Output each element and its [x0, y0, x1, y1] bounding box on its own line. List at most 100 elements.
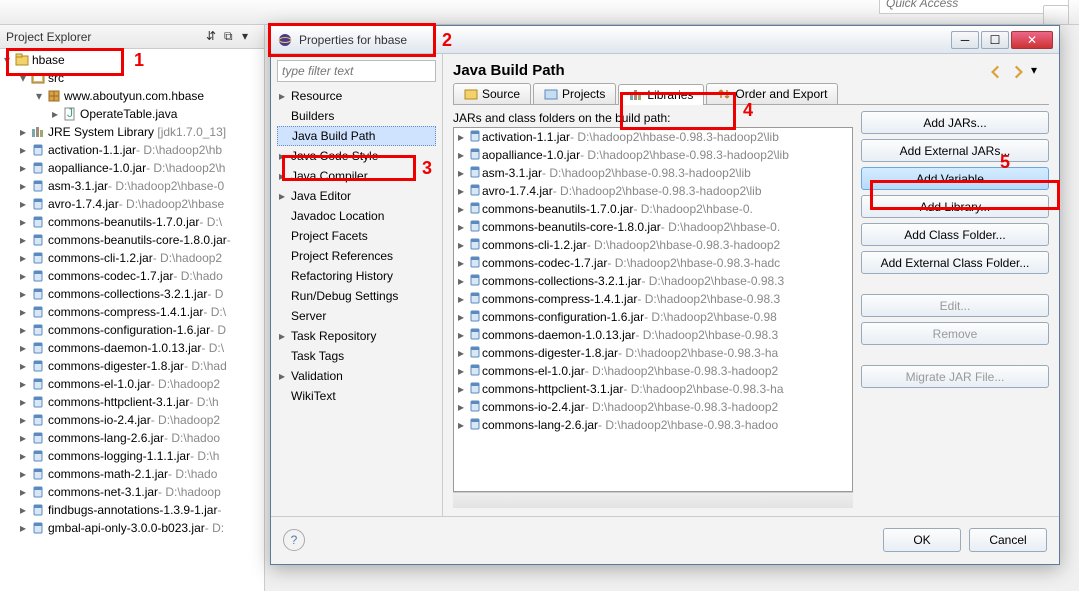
chevron-right-icon[interactable]: ▸	[20, 251, 30, 265]
jar-item[interactable]: ▸commons-io-2.4.jar - D:\hadoop2	[0, 411, 264, 429]
buildpath-jar-row[interactable]: ▸commons-io-2.4.jar - D:\hadoop2\hbase-0…	[454, 398, 852, 416]
jar-item[interactable]: ▸commons-httpclient-3.1.jar - D:\h	[0, 393, 264, 411]
chevron-right-icon[interactable]: ▸	[458, 184, 468, 198]
add-external-class-folder-button[interactable]: Add External Class Folder...	[861, 251, 1049, 274]
chevron-right-icon[interactable]: ▸	[20, 161, 30, 175]
jar-item[interactable]: ▸commons-el-1.0.jar - D:\hadoop2	[0, 375, 264, 393]
chevron-right-icon[interactable]: ▸	[279, 189, 289, 203]
chevron-right-icon[interactable]: ▸	[20, 503, 30, 517]
chevron-right-icon[interactable]: ▸	[20, 287, 30, 301]
remove-button[interactable]: Remove	[861, 322, 1049, 345]
java-file[interactable]: ▸ J OperateTable.java	[0, 105, 264, 123]
category-item[interactable]: ▸Resource	[277, 86, 436, 106]
package-node[interactable]: ▾ www.aboutyun.com.hbase	[0, 87, 264, 105]
view-menu-icon[interactable]: ▾	[242, 29, 258, 45]
chevron-right-icon[interactable]: ▸	[20, 521, 30, 535]
add-class-folder-button[interactable]: Add Class Folder...	[861, 223, 1049, 246]
cancel-button[interactable]: Cancel	[969, 528, 1047, 552]
category-tree[interactable]: ▸ResourceBuildersJava Build Path▸Java Co…	[277, 86, 436, 406]
src-folder[interactable]: ▾ src	[0, 69, 264, 87]
chevron-right-icon[interactable]: ▸	[20, 467, 30, 481]
category-item[interactable]: ▸Validation	[277, 366, 436, 386]
add-jars-button[interactable]: Add JARs...	[861, 111, 1049, 134]
buildpath-jar-row[interactable]: ▸commons-digester-1.8.jar - D:\hadoop2\h…	[454, 344, 852, 362]
chevron-right-icon[interactable]: ▸	[458, 328, 468, 342]
link-editor-icon[interactable]: ⧉	[224, 29, 240, 45]
buildpath-jar-row[interactable]: ▸commons-daemon-1.0.13.jar - D:\hadoop2\…	[454, 326, 852, 344]
chevron-right-icon[interactable]: ▸	[20, 269, 30, 283]
horizontal-scrollbar[interactable]	[453, 492, 853, 508]
buildpath-jar-row[interactable]: ▸commons-lang-2.6.jar - D:\hadoop2\hbase…	[454, 416, 852, 434]
chevron-right-icon[interactable]: ▸	[279, 329, 289, 343]
migrate-jar-button[interactable]: Migrate JAR File...	[861, 365, 1049, 388]
category-item[interactable]: Refactoring History	[277, 266, 436, 286]
project-node[interactable]: ▾ hbase	[0, 51, 264, 69]
jar-item[interactable]: ▸commons-beanutils-1.7.0.jar - D:\	[0, 213, 264, 231]
chevron-right-icon[interactable]: ▸	[20, 323, 30, 337]
buildpath-jar-row[interactable]: ▸activation-1.1.jar - D:\hadoop2\hbase-0…	[454, 128, 852, 146]
buildpath-jar-row[interactable]: ▸commons-el-1.0.jar - D:\hadoop2\hbase-0…	[454, 362, 852, 380]
chevron-down-icon[interactable]: ▾	[4, 53, 14, 67]
chevron-right-icon[interactable]: ▸	[458, 274, 468, 288]
add-external-jars-button[interactable]: Add External JARs...	[861, 139, 1049, 162]
tab-libraries[interactable]: Libraries	[618, 84, 704, 105]
help-icon[interactable]: ?	[283, 529, 305, 551]
category-item[interactable]: ▸Task Repository	[277, 326, 436, 346]
category-item[interactable]: Java Build Path	[277, 126, 436, 146]
perspective-button[interactable]	[1043, 5, 1069, 25]
chevron-right-icon[interactable]: ▸	[20, 377, 30, 391]
chevron-right-icon[interactable]: ▸	[458, 310, 468, 324]
jar-item[interactable]: ▸commons-math-2.1.jar - D:\hado	[0, 465, 264, 483]
jar-item[interactable]: ▸findbugs-annotations-1.3.9-1.jar -	[0, 501, 264, 519]
jar-item[interactable]: ▸commons-digester-1.8.jar - D:\had	[0, 357, 264, 375]
chevron-right-icon[interactable]: ▸	[20, 395, 30, 409]
chevron-right-icon[interactable]: ▸	[458, 256, 468, 270]
add-variable-button[interactable]: Add Variable...	[861, 167, 1049, 190]
ok-button[interactable]: OK	[883, 528, 961, 552]
chevron-right-icon[interactable]: ▸	[20, 341, 30, 355]
buildpath-jar-row[interactable]: ▸commons-beanutils-1.7.0.jar - D:\hadoop…	[454, 200, 852, 218]
collapse-all-icon[interactable]: ⇵	[206, 29, 222, 45]
chevron-right-icon[interactable]: ▸	[20, 125, 30, 139]
chevron-right-icon[interactable]: ▸	[20, 413, 30, 427]
chevron-right-icon[interactable]: ▸	[458, 238, 468, 252]
chevron-right-icon[interactable]: ▸	[458, 346, 468, 360]
close-button[interactable]: ✕	[1011, 31, 1053, 49]
buildpath-jar-row[interactable]: ▸aopalliance-1.0.jar - D:\hadoop2\hbase-…	[454, 146, 852, 164]
category-item[interactable]: Project Facets	[277, 226, 436, 246]
jar-item[interactable]: ▸commons-lang-2.6.jar - D:\hadoo	[0, 429, 264, 447]
category-item[interactable]: ▸Java Code Style	[277, 146, 436, 166]
chevron-right-icon[interactable]: ▸	[458, 364, 468, 378]
chevron-right-icon[interactable]: ▸	[20, 197, 30, 211]
dropdown-arrow-icon[interactable]: ▾	[1031, 63, 1049, 79]
category-item[interactable]: Run/Debug Settings	[277, 286, 436, 306]
buildpath-jar-row[interactable]: ▸commons-compress-1.4.1.jar - D:\hadoop2…	[454, 290, 852, 308]
buildpath-jar-row[interactable]: ▸commons-httpclient-3.1.jar - D:\hadoop2…	[454, 380, 852, 398]
chevron-right-icon[interactable]: ▸	[20, 179, 30, 193]
chevron-right-icon[interactable]: ▸	[458, 166, 468, 180]
chevron-right-icon[interactable]: ▸	[279, 369, 289, 383]
tab-source[interactable]: Source	[453, 83, 531, 104]
jar-item[interactable]: ▸commons-daemon-1.0.13.jar - D:\	[0, 339, 264, 357]
category-item[interactable]: WikiText	[277, 386, 436, 406]
buildpath-jar-row[interactable]: ▸asm-3.1.jar - D:\hadoop2\hbase-0.98.3-h…	[454, 164, 852, 182]
category-item[interactable]: Project References	[277, 246, 436, 266]
jar-item[interactable]: ▸commons-collections-3.2.1.jar - D	[0, 285, 264, 303]
quick-access-input[interactable]	[879, 0, 1069, 14]
chevron-right-icon[interactable]: ▸	[458, 202, 468, 216]
chevron-right-icon[interactable]: ▸	[458, 382, 468, 396]
buildpath-jar-row[interactable]: ▸commons-collections-3.2.1.jar - D:\hado…	[454, 272, 852, 290]
dialog-titlebar[interactable]: Properties for hbase ─ ☐ ✕	[271, 26, 1059, 54]
jre-library[interactable]: ▸ JRE System Library [jdk1.7.0_13]	[0, 123, 264, 141]
chevron-right-icon[interactable]: ▸	[20, 359, 30, 373]
chevron-right-icon[interactable]: ▸	[458, 148, 468, 162]
jars-list[interactable]: ▸activation-1.1.jar - D:\hadoop2\hbase-0…	[453, 127, 853, 492]
filter-input[interactable]	[277, 60, 436, 82]
maximize-button[interactable]: ☐	[981, 31, 1009, 49]
chevron-right-icon[interactable]: ▸	[20, 305, 30, 319]
chevron-down-icon[interactable]: ▾	[20, 71, 30, 85]
category-item[interactable]: ▸Java Editor	[277, 186, 436, 206]
chevron-right-icon[interactable]: ▸	[20, 143, 30, 157]
buildpath-jar-row[interactable]: ▸avro-1.7.4.jar - D:\hadoop2\hbase-0.98.…	[454, 182, 852, 200]
chevron-right-icon[interactable]: ▸	[458, 292, 468, 306]
